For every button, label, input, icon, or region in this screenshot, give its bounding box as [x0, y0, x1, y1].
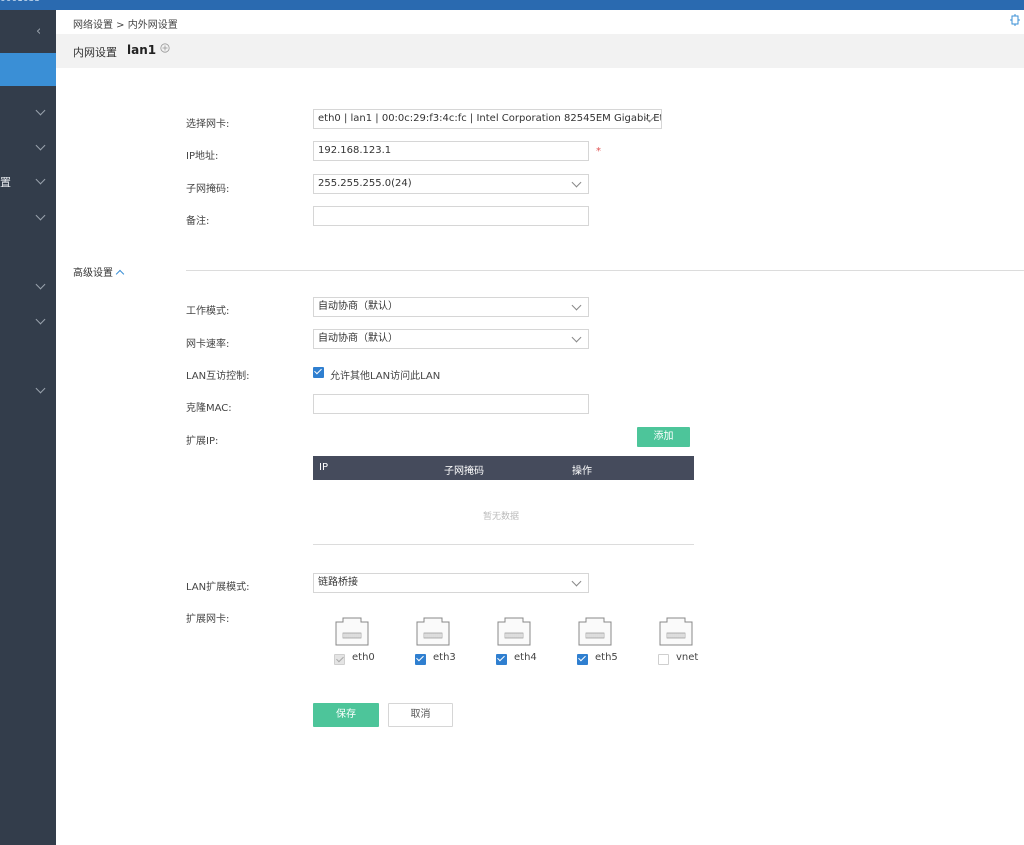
sidebar-item-3[interactable]: 置: [0, 166, 56, 196]
table-header-mask: 子网掩码: [444, 466, 484, 477]
ethernet-port-icon: [659, 617, 693, 646]
chevron-up-icon: [115, 269, 125, 279]
nic-name: eth5: [595, 652, 618, 663]
divider: [186, 270, 1024, 271]
ethernet-port-icon: [497, 617, 531, 646]
mask-label: 子网掩码:: [186, 184, 230, 195]
lan-control-label: LAN互访控制:: [186, 371, 250, 382]
add-button[interactable]: 添加: [637, 427, 690, 447]
table-empty-text: 暂无数据: [483, 512, 520, 522]
chevron-down-icon: [35, 314, 46, 325]
ip-input[interactable]: 192.168.123.1: [313, 141, 589, 161]
clone-mac-input[interactable]: [313, 394, 589, 414]
nic-checkbox-eth4[interactable]: [496, 654, 507, 665]
nic-speed-label: 网卡速率:: [186, 339, 230, 350]
sidebar-item-active[interactable]: [0, 53, 56, 86]
nic-name: eth4: [514, 652, 537, 663]
chevron-down-icon: [35, 383, 46, 394]
collapse-sidebar-icon[interactable]: ‹: [36, 24, 41, 39]
top-bar: 0001033: [0, 0, 1024, 10]
nic-name: vnet: [676, 652, 699, 663]
ethernet-port-icon: [578, 617, 612, 646]
table-bottom-divider: [313, 544, 694, 545]
save-button[interactable]: 保存: [313, 703, 379, 727]
nic-port-eth3[interactable]: eth3: [415, 617, 475, 677]
ethernet-port-icon: [335, 617, 369, 646]
chevron-down-icon: [571, 332, 582, 343]
nic-speed-value: 自动协商（默认）: [318, 333, 398, 344]
cancel-button[interactable]: 取消: [388, 703, 453, 727]
nic-port-eth5[interactable]: eth5: [577, 617, 637, 677]
ethernet-port-icon: [416, 617, 450, 646]
chevron-down-icon: [571, 576, 582, 587]
lan-mode-label: LAN扩展模式:: [186, 582, 250, 593]
sidebar-item-1[interactable]: [0, 97, 56, 127]
title-bar: 内网设置 lan1: [56, 34, 1024, 68]
ip-label: IP地址:: [186, 151, 219, 162]
nic-checkbox-eth3[interactable]: [415, 654, 426, 665]
sidebar-item-label: 置: [0, 176, 11, 189]
lan-control-text: 允许其他LAN访问此LAN: [330, 371, 441, 382]
breadcrumb-bar: 网络设置 > 内外网设置: [56, 10, 1024, 34]
advanced-settings-toggle[interactable]: 高级设置: [73, 264, 125, 279]
table-header-action: 操作: [572, 466, 592, 477]
nic-label: 选择网卡:: [186, 119, 230, 130]
chevron-down-icon: [35, 140, 46, 151]
chevron-down-icon: [35, 279, 46, 290]
sidebar-item-7[interactable]: [0, 375, 56, 405]
nic-select-value: eth0 | lan1 | 00:0c:29:f3:4c:fc | Intel …: [318, 113, 662, 124]
interface-name: lan1: [127, 43, 157, 57]
nic-checkbox-eth5[interactable]: [577, 654, 588, 665]
chevron-down-icon: [35, 105, 46, 116]
ext-nic-label: 扩展网卡:: [186, 614, 230, 625]
lan-mode-value: 链路桥接: [318, 577, 358, 588]
add-circle-icon[interactable]: [160, 43, 170, 53]
page-title: 内网设置: [73, 46, 117, 59]
clone-mac-label: 克隆MAC:: [186, 403, 232, 414]
advanced-settings-label: 高级设置: [73, 268, 113, 279]
lan-control-checkbox[interactable]: [313, 367, 324, 378]
table-header-ip: IP: [319, 462, 328, 473]
work-mode-value: 自动协商（默认）: [318, 301, 398, 312]
note-input[interactable]: [313, 206, 589, 226]
mask-select-value: 255.255.255.0(24): [318, 178, 412, 189]
note-label: 备注:: [186, 216, 210, 227]
ext-ip-label: 扩展IP:: [186, 436, 219, 447]
nic-speed-select[interactable]: 自动协商（默认）: [313, 329, 589, 349]
chevron-down-icon: [571, 300, 582, 311]
nic-name: eth0: [352, 652, 375, 663]
nic-port-vnet[interactable]: vnet: [658, 617, 718, 677]
sidebar-item-4[interactable]: [0, 202, 56, 232]
nic-port-eth0[interactable]: eth0: [334, 617, 394, 677]
nic-checkbox-eth0[interactable]: [334, 654, 345, 665]
chevron-down-icon: [35, 210, 46, 221]
breadcrumb: 网络设置 > 内外网设置: [73, 20, 178, 31]
work-mode-label: 工作模式:: [186, 306, 230, 317]
nic-select[interactable]: eth0 | lan1 | 00:0c:29:f3:4c:fc | Intel …: [313, 109, 662, 129]
required-mark: *: [596, 146, 601, 157]
sidebar: ‹ 置: [0, 10, 56, 845]
ext-ip-table-header: IP 子网掩码 操作: [313, 456, 694, 480]
nic-checkbox-vnet[interactable]: [658, 654, 669, 665]
top-bar-text: 0001033: [0, 0, 40, 4]
fullscreen-icon[interactable]: [1010, 14, 1020, 26]
work-mode-select[interactable]: 自动协商（默认）: [313, 297, 589, 317]
lan-mode-select[interactable]: 链路桥接: [313, 573, 589, 593]
ip-input-value: 192.168.123.1: [318, 145, 392, 156]
chevron-down-icon: [35, 174, 46, 185]
nic-name: eth3: [433, 652, 456, 663]
mask-select[interactable]: 255.255.255.0(24): [313, 174, 589, 194]
nic-port-eth4[interactable]: eth4: [496, 617, 556, 677]
sidebar-item-6[interactable]: [0, 306, 56, 336]
sidebar-item-2[interactable]: [0, 132, 56, 162]
chevron-down-icon: [571, 177, 582, 188]
sidebar-item-5[interactable]: [0, 271, 56, 301]
